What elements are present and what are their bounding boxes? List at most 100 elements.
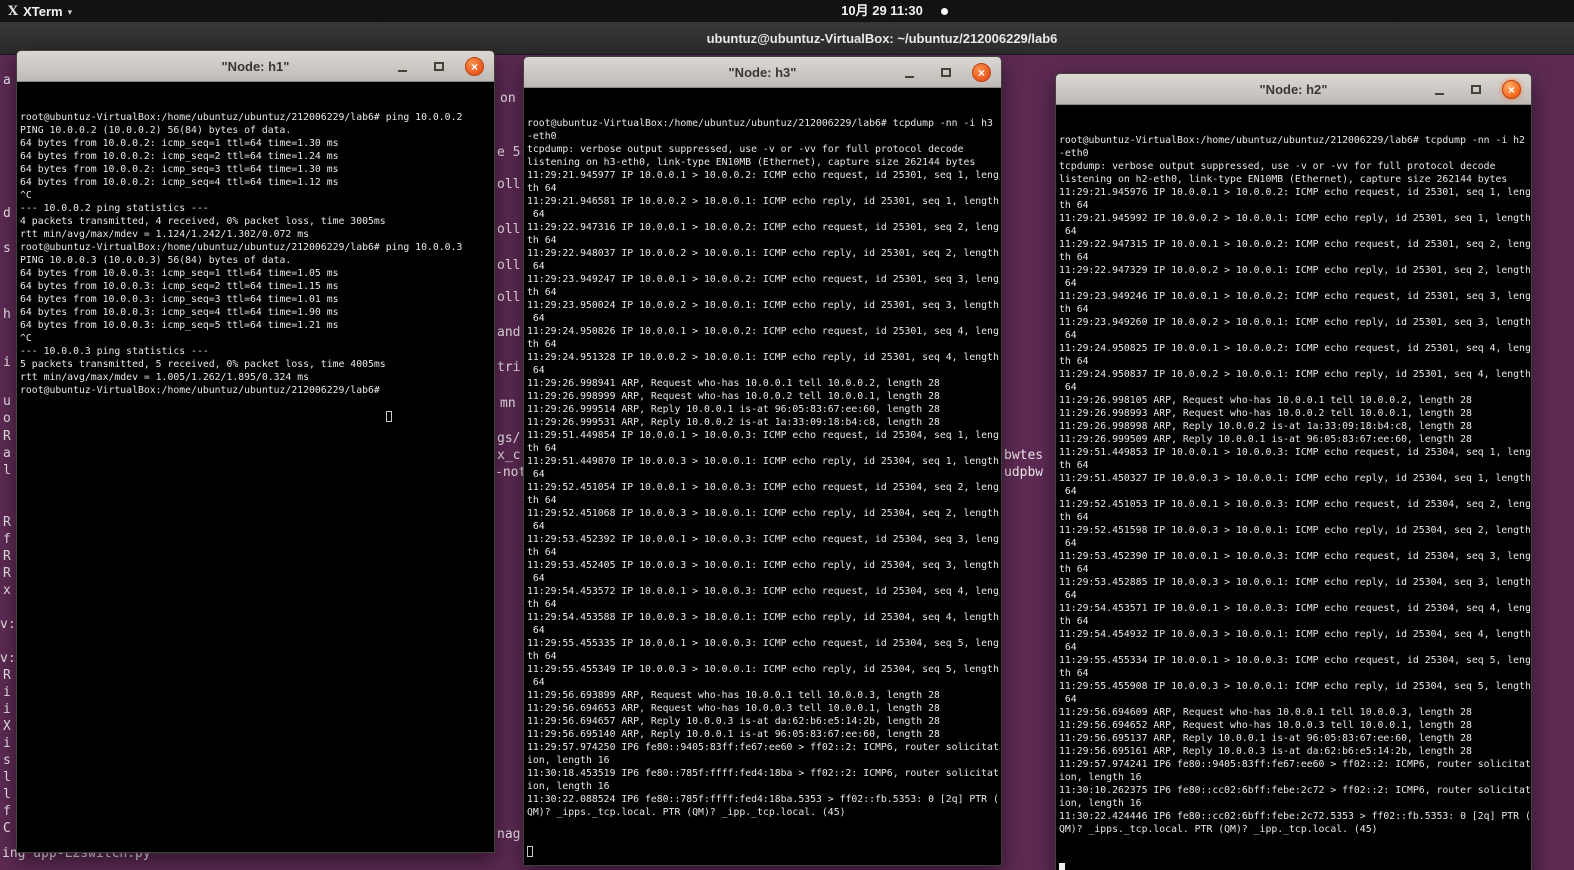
background-terminal-text-fragment: R — [3, 566, 11, 581]
terminal-line: th 64 — [527, 339, 557, 350]
terminal-line: 11:29:26.998993 ARP, Request who-has 10.… — [1059, 408, 1472, 419]
window-titlebar[interactable]: "Node: h1" × — [17, 51, 494, 82]
terminal-line: 64 — [527, 365, 545, 376]
terminal-line: 64 — [527, 261, 545, 272]
background-terminal-text-fragment: f — [3, 804, 11, 819]
background-terminal-text-fragment: oll — [497, 222, 521, 237]
terminal-line: 11:29:22.947316 IP 10.0.0.1 > 10.0.0.2: … — [527, 222, 999, 233]
close-button[interactable]: × — [465, 57, 484, 76]
terminal-line: 11:29:51.449854 IP 10.0.0.1 > 10.0.0.3: … — [527, 430, 999, 441]
close-button[interactable]: × — [972, 63, 991, 82]
terminal-screen[interactable]: root@ubuntuz-VirtualBox:/home/ubuntuz/ub… — [1056, 105, 1531, 870]
terminal-line: 11:29:23.949260 IP 10.0.0.2 > 10.0.0.1: … — [1059, 317, 1531, 328]
maximize-icon — [940, 68, 951, 77]
terminal-line: 11:29:57.974241 IP6 fe80::9405:83ff:fe67… — [1059, 759, 1531, 770]
terminal-line: th 64 — [527, 287, 557, 298]
background-terminal-text-fragment: x — [3, 583, 11, 598]
terminal-line: listening on h2-eth0, link-type EN10MB (… — [1059, 174, 1508, 185]
close-button[interactable]: × — [1502, 80, 1521, 99]
terminal-line: 11:29:53.452405 IP 10.0.0.3 > 10.0.0.1: … — [527, 560, 999, 571]
terminal-line: 11:29:53.452390 IP 10.0.0.1 > 10.0.0.3: … — [1059, 551, 1531, 562]
terminal-line: PING 10.0.0.2 (10.0.0.2) 56(84) bytes of… — [20, 125, 292, 136]
terminal-line: 64 — [527, 469, 545, 480]
terminal-line: 11:29:56.695137 ARP, Reply 10.0.0.1 is-a… — [1059, 733, 1472, 744]
terminal-screen[interactable]: root@ubuntuz-VirtualBox:/home/ubuntuz/ub… — [17, 82, 494, 852]
background-terminal-text-fragment: e 5 — [497, 145, 521, 160]
terminal-line: 11:29:56.695140 ARP, Reply 10.0.0.1 is-a… — [527, 729, 940, 740]
terminal-line: rtt min/avg/max/mdev = 1.124/1.242/1.302… — [20, 229, 310, 240]
background-terminal-text-fragment: tri — [497, 360, 521, 375]
terminal-line: 11:29:22.947315 IP 10.0.0.1 > 10.0.0.2: … — [1059, 239, 1531, 250]
terminal-line: 64 bytes from 10.0.0.3: icmp_seq=4 ttl=6… — [20, 307, 339, 318]
background-terminal-text-fragment: oll — [497, 290, 521, 305]
terminal-line: 11:29:24.950837 IP 10.0.0.2 > 10.0.0.1: … — [1059, 369, 1531, 380]
background-terminal-text-fragment: v: — [0, 617, 16, 632]
terminal-line: 11:29:21.945977 IP 10.0.0.1 > 10.0.0.2: … — [527, 170, 999, 181]
background-terminal-text-fragment: R — [3, 549, 11, 564]
background-terminal-text-fragment: u — [3, 394, 11, 409]
background-terminal-text-fragment: s — [3, 241, 11, 256]
terminal-line: 11:29:53.452392 IP 10.0.0.1 > 10.0.0.3: … — [527, 534, 999, 545]
terminal-line: ion, length 16 — [1059, 772, 1142, 783]
terminal-line: --- 10.0.0.3 ping statistics --- — [20, 346, 209, 357]
terminal-line: tcpdump: verbose output suppressed, use … — [527, 144, 964, 155]
clock[interactable]: 10月 29 11:30 — [0, 0, 1574, 22]
background-terminal-text-fragment: l — [3, 770, 11, 785]
window-titlebar[interactable]: "Node: h3" × — [524, 57, 1001, 88]
terminal-cursor — [385, 411, 392, 422]
top-bar: X XTerm ▾ 10月 29 11:30 — [0, 0, 1574, 22]
terminal-line: 11:30:10.262375 IP6 fe80::cc02:6bff:febe… — [1059, 785, 1531, 796]
terminal-line: th 64 — [1059, 460, 1089, 471]
terminal-line: th 64 — [1059, 356, 1089, 367]
terminal-line: ^C — [20, 333, 32, 344]
terminal-line: th 64 — [1059, 252, 1089, 263]
maximize-button[interactable] — [936, 63, 955, 82]
terminal-screen[interactable]: root@ubuntuz-VirtualBox:/home/ubuntuz/ub… — [524, 88, 1001, 865]
terminal-line: th 64 — [527, 547, 557, 558]
terminal-line: 64 bytes from 10.0.0.2: icmp_seq=3 ttl=6… — [20, 164, 339, 175]
terminal-line: th 64 — [527, 599, 557, 610]
window-title: "Node: h2" — [1259, 81, 1328, 97]
terminal-line: 11:29:51.450327 IP 10.0.0.3 > 10.0.0.1: … — [1059, 473, 1531, 484]
terminal-line: -eth0 — [527, 131, 557, 142]
terminal-line: th 64 — [527, 495, 557, 506]
minimize-button[interactable] — [900, 63, 919, 82]
terminal-line: 64 — [1059, 226, 1077, 237]
terminal-line: 64 — [527, 573, 545, 584]
terminal-line: th 64 — [1059, 200, 1089, 211]
minimize-button[interactable] — [1430, 80, 1449, 99]
terminal-line: tcpdump: verbose output suppressed, use … — [1059, 161, 1496, 172]
maximize-button[interactable] — [1466, 80, 1485, 99]
terminal-line: 11:30:18.453519 IP6 fe80::785f:ffff:fed4… — [527, 768, 999, 779]
terminal-line: -eth0 — [1059, 148, 1089, 159]
background-terminal-text-fragment: a — [3, 73, 11, 88]
window-controls: × — [393, 51, 484, 82]
background-terminal-text-fragment: gs/ — [497, 431, 521, 446]
terminal-line: 11:30:22.088524 IP6 fe80::785f:ffff:fed4… — [527, 794, 999, 805]
terminal-line: root@ubuntuz-VirtualBox:/home/ubuntuz/ub… — [20, 385, 386, 396]
terminal-line: root@ubuntuz-VirtualBox:/home/ubuntuz/ub… — [1059, 135, 1525, 146]
maximize-button[interactable] — [429, 57, 448, 76]
minimize-icon — [1435, 93, 1444, 95]
terminal-line: QM)? _ipps._tcp.local. PTR (QM)? _ipp._t… — [527, 807, 846, 818]
minimize-button[interactable] — [393, 57, 412, 76]
terminal-line: 11:29:52.451053 IP 10.0.0.1 > 10.0.0.3: … — [1059, 499, 1531, 510]
window-titlebar[interactable]: "Node: h2" × — [1056, 74, 1531, 105]
background-terminal-text-fragment: l — [3, 463, 11, 478]
background-terminal-text-fragment: l — [3, 787, 11, 802]
terminal-line: 64 bytes from 10.0.0.2: icmp_seq=4 ttl=6… — [20, 177, 339, 188]
terminal-line: 64 bytes from 10.0.0.3: icmp_seq=5 ttl=6… — [20, 320, 339, 331]
terminal-line: 11:29:52.451054 IP 10.0.0.1 > 10.0.0.3: … — [527, 482, 999, 493]
terminal-line: 11:29:54.454932 IP 10.0.0.3 > 10.0.0.1: … — [1059, 629, 1531, 640]
background-terminal-text-fragment: d — [3, 206, 11, 221]
terminal-line: 11:29:54.453572 IP 10.0.0.1 > 10.0.0.3: … — [527, 586, 999, 597]
terminal-line: 11:29:52.451598 IP 10.0.0.3 > 10.0.0.1: … — [1059, 525, 1531, 536]
terminal-line: th 64 — [1059, 668, 1089, 679]
terminal-line: 11:29:26.998998 ARP, Reply 10.0.0.2 is-a… — [1059, 421, 1472, 432]
terminal-line: 64 — [1059, 486, 1077, 497]
terminal-line: 11:29:56.694657 ARP, Reply 10.0.0.3 is-a… — [527, 716, 940, 727]
background-terminal-text-fragment: R — [3, 515, 11, 530]
background-terminal-text-fragment: s — [3, 753, 11, 768]
terminal-line: root@ubuntuz-VirtualBox:/home/ubuntuz/ub… — [20, 112, 463, 123]
background-terminal-text-fragment: v: — [0, 651, 16, 666]
